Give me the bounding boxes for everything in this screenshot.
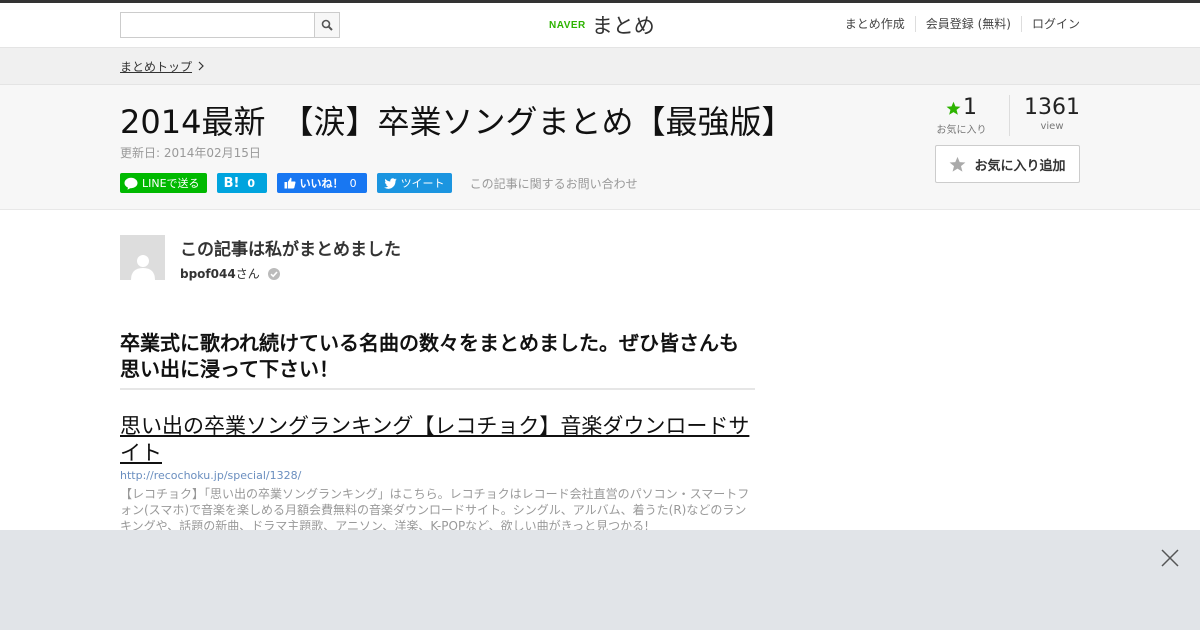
close-icon [1161,549,1179,567]
page-title: 2014最新 【涙】卒業ソングまとめ【最強版】 [120,103,794,141]
tweet-label: ツイート [400,177,445,190]
facebook-like-label: いいね！ [299,177,344,190]
search-button[interactable] [314,13,339,37]
avatar[interactable] [120,235,165,280]
twitter-bird-icon [383,177,397,189]
site-logo[interactable]: NAVER まとめ [549,10,655,40]
link-card-url[interactable]: http://recochoku.jp/special/1328/ [120,469,301,482]
hatena-icon: B! [223,175,240,191]
top-nav: まとめ作成 会員登録 (無料) ログイン [835,16,1080,32]
hatena-bookmark-button[interactable]: B! 0 [216,173,267,193]
updated-date: 更新日: 2014年02月15日 [120,146,261,160]
line-icon [124,177,138,190]
article-stats: 1 お気に入り 1361 view [928,95,1080,136]
line-share-button[interactable]: LINEで送る [120,173,207,193]
ad-close-button[interactable] [1160,548,1180,568]
author-suffix: さん [235,267,260,281]
author-name[interactable]: bpof044 [180,267,236,281]
search-icon [321,19,333,31]
nav-login[interactable]: ログイン [1020,16,1080,32]
link-card-description: 【レコチョク】「思い出の卒業ソングランキング」はこちら。レコチョクはレコード会社… [120,487,750,533]
logo-brand: NAVER [549,19,586,31]
favorites-stat: 1 お気に入り [928,95,1010,136]
search-input[interactable] [121,13,315,37]
add-favorite-button[interactable]: お気に入り追加 [935,145,1080,183]
tweet-button[interactable]: ツイート [376,173,452,193]
hatena-count: 0 [247,176,256,190]
search-box [120,12,340,38]
ad-banner [0,530,1200,630]
views-stat: 1361 view [1010,95,1080,136]
share-bar: LINEで送る B! 0 いいね！ 0 ツイート この記事に関するお問い合わせ [120,173,638,193]
views-count: 1361 [1024,95,1080,120]
lead-heading: 卒業式に歌われ続けている名曲の数々をまとめました。ぜひ皆さんも思い出に浸って下さ… [120,330,755,390]
verified-check-icon [267,267,280,280]
chevron-right-icon [198,61,204,71]
breadcrumb: まとめトップ [0,48,1200,85]
star-outline-icon [949,156,966,173]
author-name-row: bpof044 さん [180,265,280,282]
views-label: view [1040,121,1064,132]
logo-name: まとめ [591,14,655,38]
default-avatar-icon [130,255,155,280]
top-bar: NAVER まとめ まとめ作成 会員登録 (無料) ログイン [0,0,1200,48]
favorites-label: お気に入り [936,125,987,136]
add-favorite-label: お気に入り追加 [974,158,1066,174]
nav-create-matome[interactable]: まとめ作成 [835,16,915,32]
nav-register[interactable]: 会員登録 (無料) [914,16,1021,32]
link-card-title[interactable]: 思い出の卒業ソングランキング【レコチョク】音楽ダウンロードサイト [120,413,755,467]
line-share-label: LINEで送る [142,177,200,190]
contact-link[interactable]: この記事に関するお問い合わせ [470,175,638,192]
facebook-like-button[interactable]: いいね！ 0 [276,173,367,193]
author-heading: この記事は私がまとめました [180,240,401,260]
article-header: 2014最新 【涙】卒業ソングまとめ【最強版】 更新日: 2014年02月15日… [0,85,1200,210]
breadcrumb-matome-top[interactable]: まとめトップ [120,58,192,75]
facebook-like-count: 0 [349,176,357,190]
favorites-count: 1 [963,95,977,120]
star-icon [946,101,961,115]
thumbs-up-icon [284,177,296,189]
